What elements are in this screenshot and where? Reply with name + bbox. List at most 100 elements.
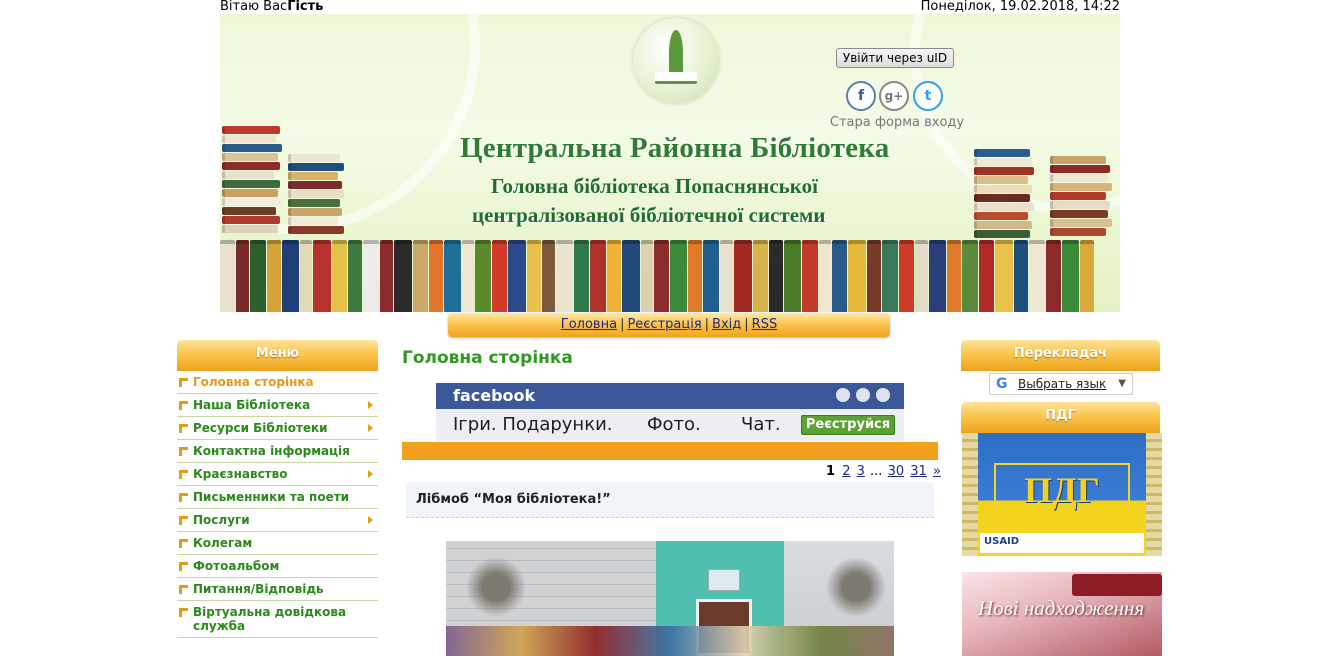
menu-item-services[interactable]: Послуги [177, 509, 378, 532]
pdg-block-title: ПДГ [961, 402, 1160, 433]
menu-item-label: Колегам [193, 536, 253, 550]
library-logo [633, 18, 719, 104]
menu-bullet-icon [179, 447, 188, 456]
menu-item-home[interactable]: Головна сторінка [177, 371, 378, 394]
nav-separator: | [704, 317, 710, 332]
facebook-icon[interactable]: f [846, 81, 876, 111]
menu-bullet-icon [179, 539, 188, 548]
translator-block-title: Перекладач [961, 340, 1160, 371]
page-link[interactable]: 30 [888, 464, 905, 479]
menu-item-label: Контактна інформація [193, 444, 350, 458]
nav-register-link[interactable]: Реєстрація [627, 317, 701, 332]
content-divider-bar [402, 442, 938, 460]
google-plus-icon[interactable]: g+ [879, 81, 909, 111]
nav-separator: | [744, 317, 749, 332]
usaid-logo: USAID [984, 536, 1020, 547]
uid-login-button[interactable]: Увійти через uID [836, 48, 954, 68]
menu-item-colleagues[interactable]: Колегам [177, 532, 378, 555]
menu-item-label: Ресурси Бібліотеки [193, 421, 328, 435]
post-photo[interactable] [446, 541, 894, 656]
menu-item-label: Краєзнавство [193, 467, 288, 481]
book-stack-left-2 [288, 154, 344, 235]
book-stack-left [222, 126, 282, 234]
menu-item-faq[interactable]: Питання/Відповідь [177, 578, 378, 601]
submenu-arrow-icon [368, 516, 373, 524]
ad-info-icon[interactable] [876, 388, 890, 402]
page-link[interactable]: 31 [910, 464, 927, 479]
ad-text-photo: Фото. [647, 414, 701, 435]
menu-item-writers[interactable]: Письменники та поети [177, 486, 378, 509]
laurel-right-icon [1146, 433, 1162, 556]
site-header-banner: Увійти через uID f g+ t Стара форма вход… [220, 14, 1120, 312]
menu-item-label: Письменники та поети [193, 490, 350, 504]
menu-item-label: Головна сторінка [193, 375, 314, 389]
facebook-logo: facebook [453, 386, 536, 405]
pdg-banner[interactable]: ПДГ USAID [962, 433, 1162, 556]
nav-home-link[interactable]: Головна [561, 317, 617, 332]
menu-item-resources[interactable]: Ресурси Бібліотеки [177, 417, 378, 440]
book-icon [1072, 574, 1162, 596]
post-title[interactable]: Лібмоб “Моя бібліотека!” [416, 492, 611, 507]
old-login-link[interactable]: Стара форма входу [827, 115, 967, 130]
page-ellipsis: ... [870, 464, 883, 479]
page-link[interactable]: 2 [842, 464, 850, 479]
menu-item-local-history[interactable]: Краєзнавство [177, 463, 378, 486]
twitter-icon[interactable]: t [913, 81, 943, 111]
messages-icon [856, 388, 870, 402]
pagination: 1 2 3 ... 30 31 » [826, 464, 942, 479]
username: Гість [287, 0, 324, 14]
ad-body: Ігри. Подарунки. Фото. Чат. Реєструйся [436, 409, 904, 441]
friends-icon [836, 388, 850, 402]
menu-bullet-icon [179, 608, 188, 617]
greeting-prefix: Вітаю Вас [220, 0, 288, 14]
google-icon: G [996, 376, 1008, 392]
datetime: Понеділок, 19.02.2018, 14:22 [920, 0, 1120, 14]
menu-item-photo-album[interactable]: Фотоальбом [177, 555, 378, 578]
greeting: Вітаю ВасГість [220, 0, 323, 14]
facebook-ad-banner[interactable]: facebook Ігри. Подарунки. Фото. Чат. Реє… [436, 383, 904, 441]
menu-item-label: Фотоальбом [193, 559, 280, 573]
chevron-down-icon[interactable]: ▼ [1118, 374, 1126, 394]
menu-bullet-icon [179, 493, 188, 502]
book-stack-right [974, 149, 1034, 239]
submenu-arrow-icon [368, 401, 373, 409]
bookshelf-decoration [220, 237, 1120, 312]
top-navigation: Головна | Реєстрація | Вхід | RSS [448, 313, 890, 337]
menu-item-label: Наша Бібліотека [193, 398, 311, 412]
menu-item-label: Питання/Відповідь [193, 582, 324, 596]
menu-item-label: Віртуальна довідкова служба [193, 605, 347, 633]
pdg-banner-label: ПДГ [994, 463, 1130, 513]
new-arrivals-label: Нові надходження [978, 596, 1145, 620]
menu-bullet-icon [179, 516, 188, 525]
site-subtitle-line2: централізованої бібліотечної системи [472, 203, 826, 227]
menu-item-contacts[interactable]: Контактна інформація [177, 440, 378, 463]
menu-item-our-library[interactable]: Наша Бібліотека [177, 394, 378, 417]
post-entry: Лібмоб “Моя бібліотека!” [406, 482, 934, 518]
submenu-arrow-icon [368, 424, 373, 432]
menu-bullet-icon [179, 401, 188, 410]
page-title: Головна сторінка [402, 348, 573, 368]
language-select[interactable]: G Выбрать язык ▼ [989, 373, 1133, 395]
sponsor-logos: USAID [980, 533, 1144, 553]
ad-text-games-gifts: Ігри. Подарунки. [453, 414, 613, 435]
ad-register-button[interactable]: Реєструйся [801, 415, 895, 435]
menu-item-virtual-help[interactable]: Віртуальна довідкова служба [177, 601, 378, 638]
photo-sign [708, 569, 740, 591]
language-select-label[interactable]: Выбрать язык [1018, 374, 1106, 394]
page-next-link[interactable]: » [933, 464, 941, 479]
nav-login-link[interactable]: Вхід [712, 317, 741, 332]
menu-block-title: Меню [177, 340, 378, 371]
new-arrivals-banner[interactable]: Нові надходження [962, 572, 1162, 656]
logo-sprout [669, 30, 683, 74]
menu-bullet-icon [179, 562, 188, 571]
menu-bullet-icon [179, 378, 188, 387]
logo-book [655, 72, 697, 84]
top-bar: Вітаю ВасГість Понеділок, 19.02.2018, 14… [220, 0, 1120, 14]
page-link[interactable]: 3 [857, 464, 865, 479]
menu-bullet-icon [179, 585, 188, 594]
nav-rss-link[interactable]: RSS [752, 317, 778, 332]
sidebar-menu: Головна сторінка Наша Бібліотека Ресурси… [177, 371, 378, 638]
menu-bullet-icon [179, 424, 188, 433]
page-current: 1 [826, 464, 836, 479]
menu-item-label: Послуги [193, 513, 250, 527]
